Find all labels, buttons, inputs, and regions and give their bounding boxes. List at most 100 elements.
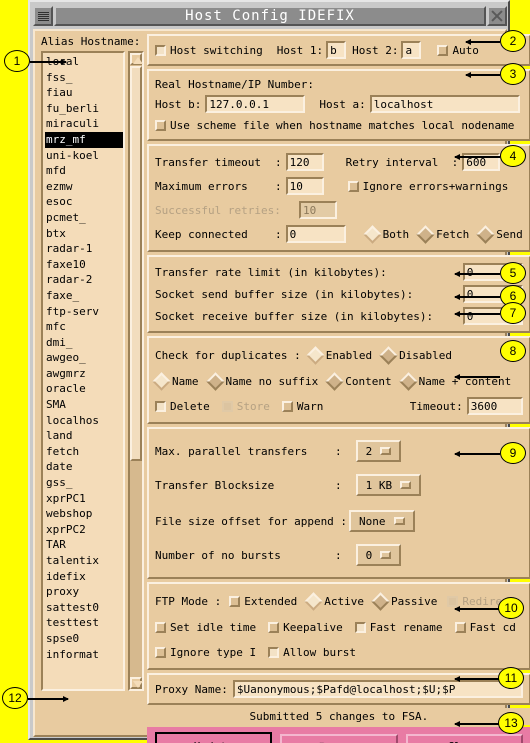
proxy-name-input[interactable] bbox=[232, 680, 523, 698]
callout-1-leader bbox=[30, 59, 67, 64]
list-item[interactable]: xprPC1 bbox=[45, 491, 123, 507]
duplicates-group: Check for duplicates : Enabled Disabled bbox=[147, 336, 530, 424]
dup-mode-name-no-suffix-radio[interactable]: Name no suffix bbox=[205, 371, 319, 391]
use-scheme-file-checkbox[interactable] bbox=[155, 119, 166, 131]
ftp-passive-radio[interactable]: Passive bbox=[371, 591, 438, 611]
diamond-radio-icon bbox=[371, 591, 390, 611]
list-item[interactable]: oracle bbox=[45, 381, 123, 397]
store-label: Store bbox=[236, 399, 270, 413]
list-item[interactable]: mrz_mf bbox=[45, 131, 123, 148]
callout-13: 13 bbox=[498, 712, 524, 734]
blocksize-value: 1 KB bbox=[365, 478, 393, 492]
blocksize-dropdown[interactable]: 1 KB bbox=[355, 474, 422, 496]
list-item[interactable]: webshop bbox=[45, 506, 123, 522]
host2-input[interactable] bbox=[401, 41, 422, 59]
auto-checkbox[interactable] bbox=[437, 44, 449, 56]
host1-label: Host 1: bbox=[276, 43, 324, 57]
scrollbar-thumb[interactable] bbox=[130, 66, 142, 461]
fast-rename-checkbox[interactable] bbox=[354, 621, 366, 633]
list-item[interactable]: idefix bbox=[45, 569, 123, 585]
list-item[interactable]: radar-1 bbox=[45, 241, 123, 257]
dup-mode-name-radio[interactable]: Name bbox=[152, 371, 199, 391]
list-item[interactable]: testtest bbox=[45, 615, 123, 631]
set-idle-time-checkbox[interactable] bbox=[155, 621, 166, 633]
list-item[interactable]: TAR bbox=[45, 537, 123, 553]
ignore-type-i-checkbox[interactable] bbox=[155, 646, 166, 658]
list-item[interactable]: ezmw bbox=[45, 179, 123, 195]
list-item[interactable]: btx bbox=[45, 226, 123, 242]
host-a-input[interactable] bbox=[369, 95, 520, 113]
keep-connected-input[interactable] bbox=[285, 225, 346, 243]
host-b-input[interactable] bbox=[205, 95, 306, 113]
ftp-extended-checkbox-row[interactable]: Extended bbox=[229, 595, 297, 608]
list-item[interactable]: faxe10 bbox=[45, 257, 123, 273]
close-icon[interactable] bbox=[487, 6, 507, 26]
ignore-errors-checkbox[interactable] bbox=[347, 180, 359, 192]
keep-connected-send-radio[interactable]: Send bbox=[476, 224, 523, 244]
list-item[interactable]: date bbox=[45, 459, 123, 475]
list-item[interactable]: proxy bbox=[45, 584, 123, 600]
list-item[interactable]: awgeo_ bbox=[45, 350, 123, 366]
hamburger-icon[interactable] bbox=[33, 6, 53, 26]
host-switching-checkbox[interactable] bbox=[155, 44, 166, 56]
dup-mode-content-radio[interactable]: Content bbox=[325, 371, 392, 391]
list-item[interactable]: talentix bbox=[45, 553, 123, 569]
callout-2-leader bbox=[465, 39, 500, 44]
list-item[interactable]: pcmet_ bbox=[45, 210, 123, 226]
keepalive-checkbox[interactable] bbox=[268, 621, 280, 633]
ftp-group: FTP Mode : Extended Active Passive Redir… bbox=[147, 582, 530, 670]
duplicates-enabled-radio[interactable]: Enabled bbox=[306, 345, 372, 365]
real-hostname-group: Real Hostname/IP Number: Host b: Host a:… bbox=[147, 69, 530, 141]
list-item[interactable]: xprPC2 bbox=[45, 522, 123, 538]
list-item[interactable]: uni-koel bbox=[45, 148, 123, 164]
transfer-timeout-input[interactable] bbox=[285, 153, 324, 171]
list-item[interactable]: faxe_ bbox=[45, 288, 123, 304]
ftp-active-radio[interactable]: Active bbox=[304, 591, 364, 611]
alias-hostname-scrollbar[interactable] bbox=[128, 51, 144, 691]
callout-8-leader bbox=[454, 374, 500, 379]
list-item[interactable]: ftp-serv bbox=[45, 304, 123, 320]
list-item[interactable]: radar-2 bbox=[45, 272, 123, 288]
max-parallel-dropdown[interactable]: 2 bbox=[355, 440, 402, 462]
list-item[interactable]: fetch bbox=[45, 444, 123, 460]
dup-mode-label-1: Name no suffix bbox=[225, 374, 319, 388]
delete-checkbox[interactable] bbox=[155, 400, 166, 412]
list-item[interactable]: awgmrz bbox=[45, 366, 123, 382]
host1-input[interactable] bbox=[326, 41, 347, 59]
list-item[interactable]: informat bbox=[45, 647, 123, 663]
colon-5: : bbox=[335, 444, 342, 458]
list-item[interactable]: dmi_ bbox=[45, 335, 123, 351]
duplicates-disabled-radio[interactable]: Disabled bbox=[379, 345, 452, 365]
maximum-errors-input[interactable] bbox=[285, 177, 324, 195]
list-item[interactable]: fiau bbox=[45, 85, 123, 101]
list-item[interactable]: spse0 bbox=[45, 631, 123, 647]
buffers-group: Transfer rate limit (in kilobytes): Sock… bbox=[147, 255, 530, 333]
close-button[interactable]: Close bbox=[405, 734, 523, 743]
host-a-label: Host a: bbox=[319, 97, 366, 111]
list-item[interactable]: mfc bbox=[45, 319, 123, 335]
offset-dropdown[interactable]: None bbox=[349, 510, 415, 532]
keep-connected-both-radio[interactable]: Both bbox=[362, 224, 409, 244]
list-item[interactable]: esoc bbox=[45, 194, 123, 210]
keep-connected-fetch-radio[interactable]: Fetch bbox=[416, 224, 469, 244]
triangle-down-icon[interactable] bbox=[130, 677, 143, 689]
list-item[interactable]: land bbox=[45, 428, 123, 444]
bursts-dropdown[interactable]: 0 bbox=[355, 544, 402, 566]
dup-timeout-input[interactable] bbox=[466, 397, 523, 415]
list-item[interactable]: sattest0 bbox=[45, 600, 123, 616]
warn-checkbox[interactable] bbox=[281, 400, 293, 412]
allow-burst-checkbox[interactable] bbox=[268, 646, 280, 658]
alias-hostname-list[interactable]: localfss_fiaufu_berlimiraculimrz_mfuni-k… bbox=[41, 51, 125, 691]
triangle-up-icon[interactable] bbox=[130, 53, 143, 65]
list-item[interactable]: miraculi bbox=[45, 116, 123, 132]
list-item[interactable]: SMA bbox=[45, 397, 123, 413]
list-item[interactable]: mfd bbox=[45, 163, 123, 179]
update-button[interactable]: Update bbox=[155, 732, 273, 743]
list-item[interactable]: localhos bbox=[45, 413, 123, 429]
list-item[interactable]: fss_ bbox=[45, 70, 123, 86]
list-item[interactable]: fu_berli bbox=[45, 101, 123, 117]
passive-label: Passive bbox=[390, 594, 438, 608]
list-item[interactable]: gss_ bbox=[45, 475, 123, 491]
callout-13-leader bbox=[454, 721, 500, 726]
fast-cd-checkbox[interactable] bbox=[454, 621, 466, 633]
